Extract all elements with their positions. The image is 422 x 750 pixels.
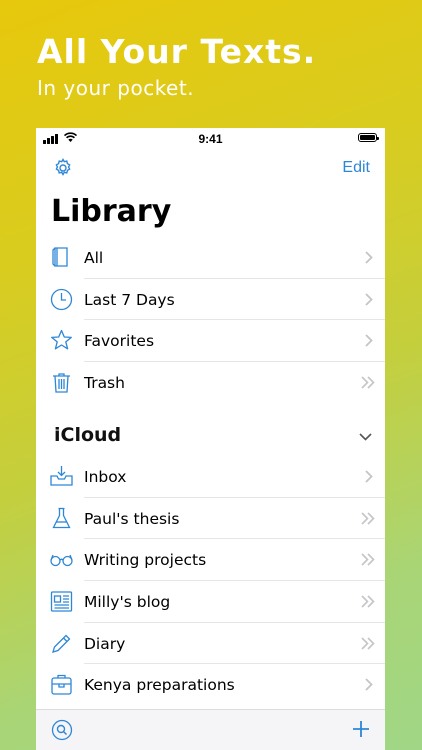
edit-button[interactable]: Edit bbox=[342, 159, 370, 177]
trash-icon bbox=[53, 373, 70, 393]
chevron-down-icon[interactable] bbox=[359, 433, 372, 441]
book-icon bbox=[52, 247, 68, 267]
newspaper-icon bbox=[50, 591, 73, 612]
navigation-bar: Edit bbox=[36, 150, 385, 186]
pencil-icon bbox=[52, 634, 71, 653]
chevron-right-icon bbox=[365, 470, 373, 483]
icloud-item-kenya-preparations[interactable]: Kenya preparations bbox=[36, 664, 385, 706]
list-item-label: Writing projects bbox=[84, 551, 207, 570]
double-chevron-right-icon bbox=[361, 553, 375, 566]
icloud-item-millys-blog[interactable]: Milly's blog bbox=[36, 581, 385, 623]
chevron-right-icon bbox=[365, 251, 373, 264]
star-icon bbox=[51, 330, 72, 350]
library-list: All Last 7 Days Favorites Trash bbox=[36, 237, 385, 404]
library-item-last-7-days[interactable]: Last 7 Days bbox=[36, 279, 385, 321]
list-item-label: Paul's thesis bbox=[84, 509, 180, 528]
list-item-label: Trash bbox=[84, 374, 125, 393]
list-item-label: Inbox bbox=[84, 468, 127, 486]
list-item-label: All bbox=[84, 249, 104, 267]
backpack-icon bbox=[51, 675, 72, 696]
icloud-item-writing-projects[interactable]: Writing projects bbox=[36, 539, 385, 582]
flask-icon bbox=[52, 507, 71, 528]
chevron-right-icon bbox=[365, 678, 373, 692]
icloud-item-inbox[interactable]: Inbox bbox=[36, 456, 385, 498]
library-title: Library bbox=[51, 194, 172, 229]
icloud-section-title: iCloud bbox=[54, 424, 122, 446]
library-item-favorites[interactable]: Favorites bbox=[36, 320, 385, 363]
library-item-trash[interactable]: Trash bbox=[36, 362, 385, 404]
chevron-right-icon bbox=[365, 293, 373, 306]
double-chevron-right-icon bbox=[361, 595, 375, 608]
double-chevron-right-icon bbox=[361, 512, 375, 525]
chevron-right-icon bbox=[365, 334, 373, 348]
search-icon[interactable] bbox=[51, 719, 73, 741]
list-item-label: Diary bbox=[84, 634, 126, 653]
status-bar: 9:41 bbox=[36, 128, 385, 150]
icloud-item-pauls-thesis[interactable]: Paul's thesis bbox=[36, 498, 385, 540]
glasses-icon bbox=[50, 555, 73, 567]
promo-subline: In your pocket. bbox=[37, 76, 195, 100]
phone-screen: 9:41 Edit Library All Last 7 Days Favori… bbox=[36, 128, 385, 750]
icloud-list: Inbox Paul's thesis Writing projects Mil… bbox=[36, 456, 385, 706]
inbox-icon bbox=[50, 466, 73, 486]
clock-icon bbox=[50, 288, 73, 310]
battery-icon bbox=[358, 133, 379, 142]
library-item-all[interactable]: All bbox=[36, 237, 385, 279]
list-item-label: Favorites bbox=[84, 332, 155, 351]
gear-icon[interactable] bbox=[52, 157, 74, 179]
add-icon[interactable] bbox=[350, 718, 372, 740]
promo-headline: All Your Texts. bbox=[37, 32, 317, 71]
bottom-toolbar bbox=[36, 709, 385, 750]
list-item-label: Last 7 Days bbox=[84, 290, 175, 309]
list-item-label: Kenya preparations bbox=[84, 676, 235, 695]
status-time: 9:41 bbox=[198, 132, 223, 146]
double-chevron-right-icon bbox=[361, 637, 375, 650]
double-chevron-right-icon bbox=[361, 376, 375, 389]
icloud-item-diary[interactable]: Diary bbox=[36, 623, 385, 665]
list-item-label: Milly's blog bbox=[84, 593, 171, 612]
